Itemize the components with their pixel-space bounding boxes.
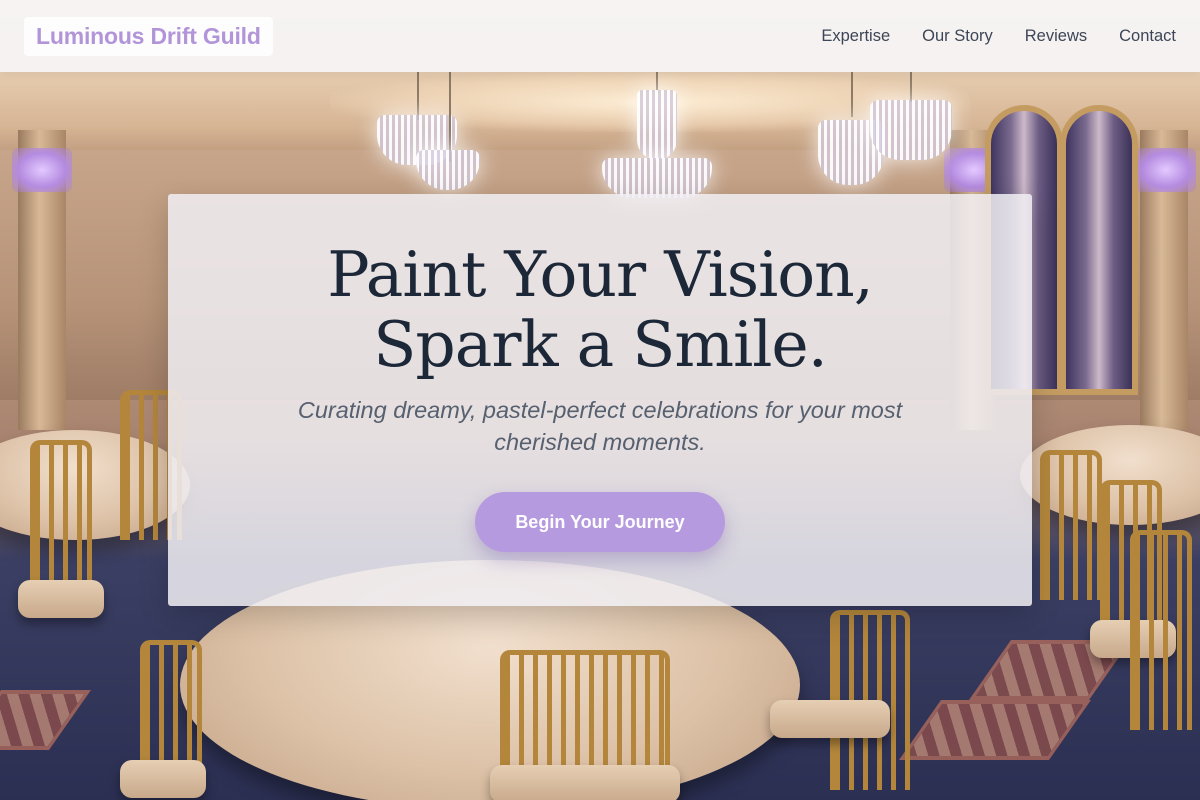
- chandelier: [602, 158, 712, 198]
- site-header: Luminous Drift Guild Expertise Our Story…: [0, 0, 1200, 72]
- chandelier-chain: [417, 72, 419, 120]
- chandelier-chain: [910, 72, 912, 102]
- hero-title-line-2: Spark a Smile.: [373, 308, 827, 381]
- nav-link-our-story[interactable]: Our Story: [922, 27, 993, 46]
- purple-sconce: [12, 148, 72, 192]
- chair-seat: [770, 700, 890, 738]
- draped-window: [1060, 105, 1138, 395]
- main-nav: Expertise Our Story Reviews Contact: [821, 27, 1176, 46]
- chandelier: [637, 90, 677, 160]
- hero-title-line-1: Paint Your Vision,: [327, 238, 873, 311]
- carpet-pattern: [898, 700, 1092, 760]
- chiavari-chair: [1040, 450, 1102, 600]
- nav-link-contact[interactable]: Contact: [1119, 27, 1176, 46]
- hero-subtitle: Curating dreamy, pastel-perfect celebrat…: [297, 397, 903, 455]
- purple-sconce: [1136, 148, 1196, 192]
- chair-seat: [490, 765, 680, 800]
- begin-journey-button[interactable]: Begin Your Journey: [475, 492, 725, 552]
- hero-title: Paint Your Vision, Spark a Smile.: [168, 240, 1032, 380]
- hero-card: Paint Your Vision, Spark a Smile. Curati…: [168, 194, 1032, 606]
- chiavari-chair: [30, 440, 92, 590]
- nav-link-reviews[interactable]: Reviews: [1025, 27, 1087, 46]
- chiavari-chair: [1130, 530, 1192, 730]
- chandelier: [870, 100, 952, 160]
- nav-link-expertise[interactable]: Expertise: [821, 27, 890, 46]
- chandelier-chain: [656, 72, 658, 92]
- chair-seat: [120, 760, 206, 798]
- chandelier-chain: [851, 72, 853, 117]
- brand-logo[interactable]: Luminous Drift Guild: [24, 16, 273, 56]
- carpet-pattern: [0, 690, 92, 750]
- chandelier-chain: [449, 72, 451, 162]
- chair-seat: [18, 580, 104, 618]
